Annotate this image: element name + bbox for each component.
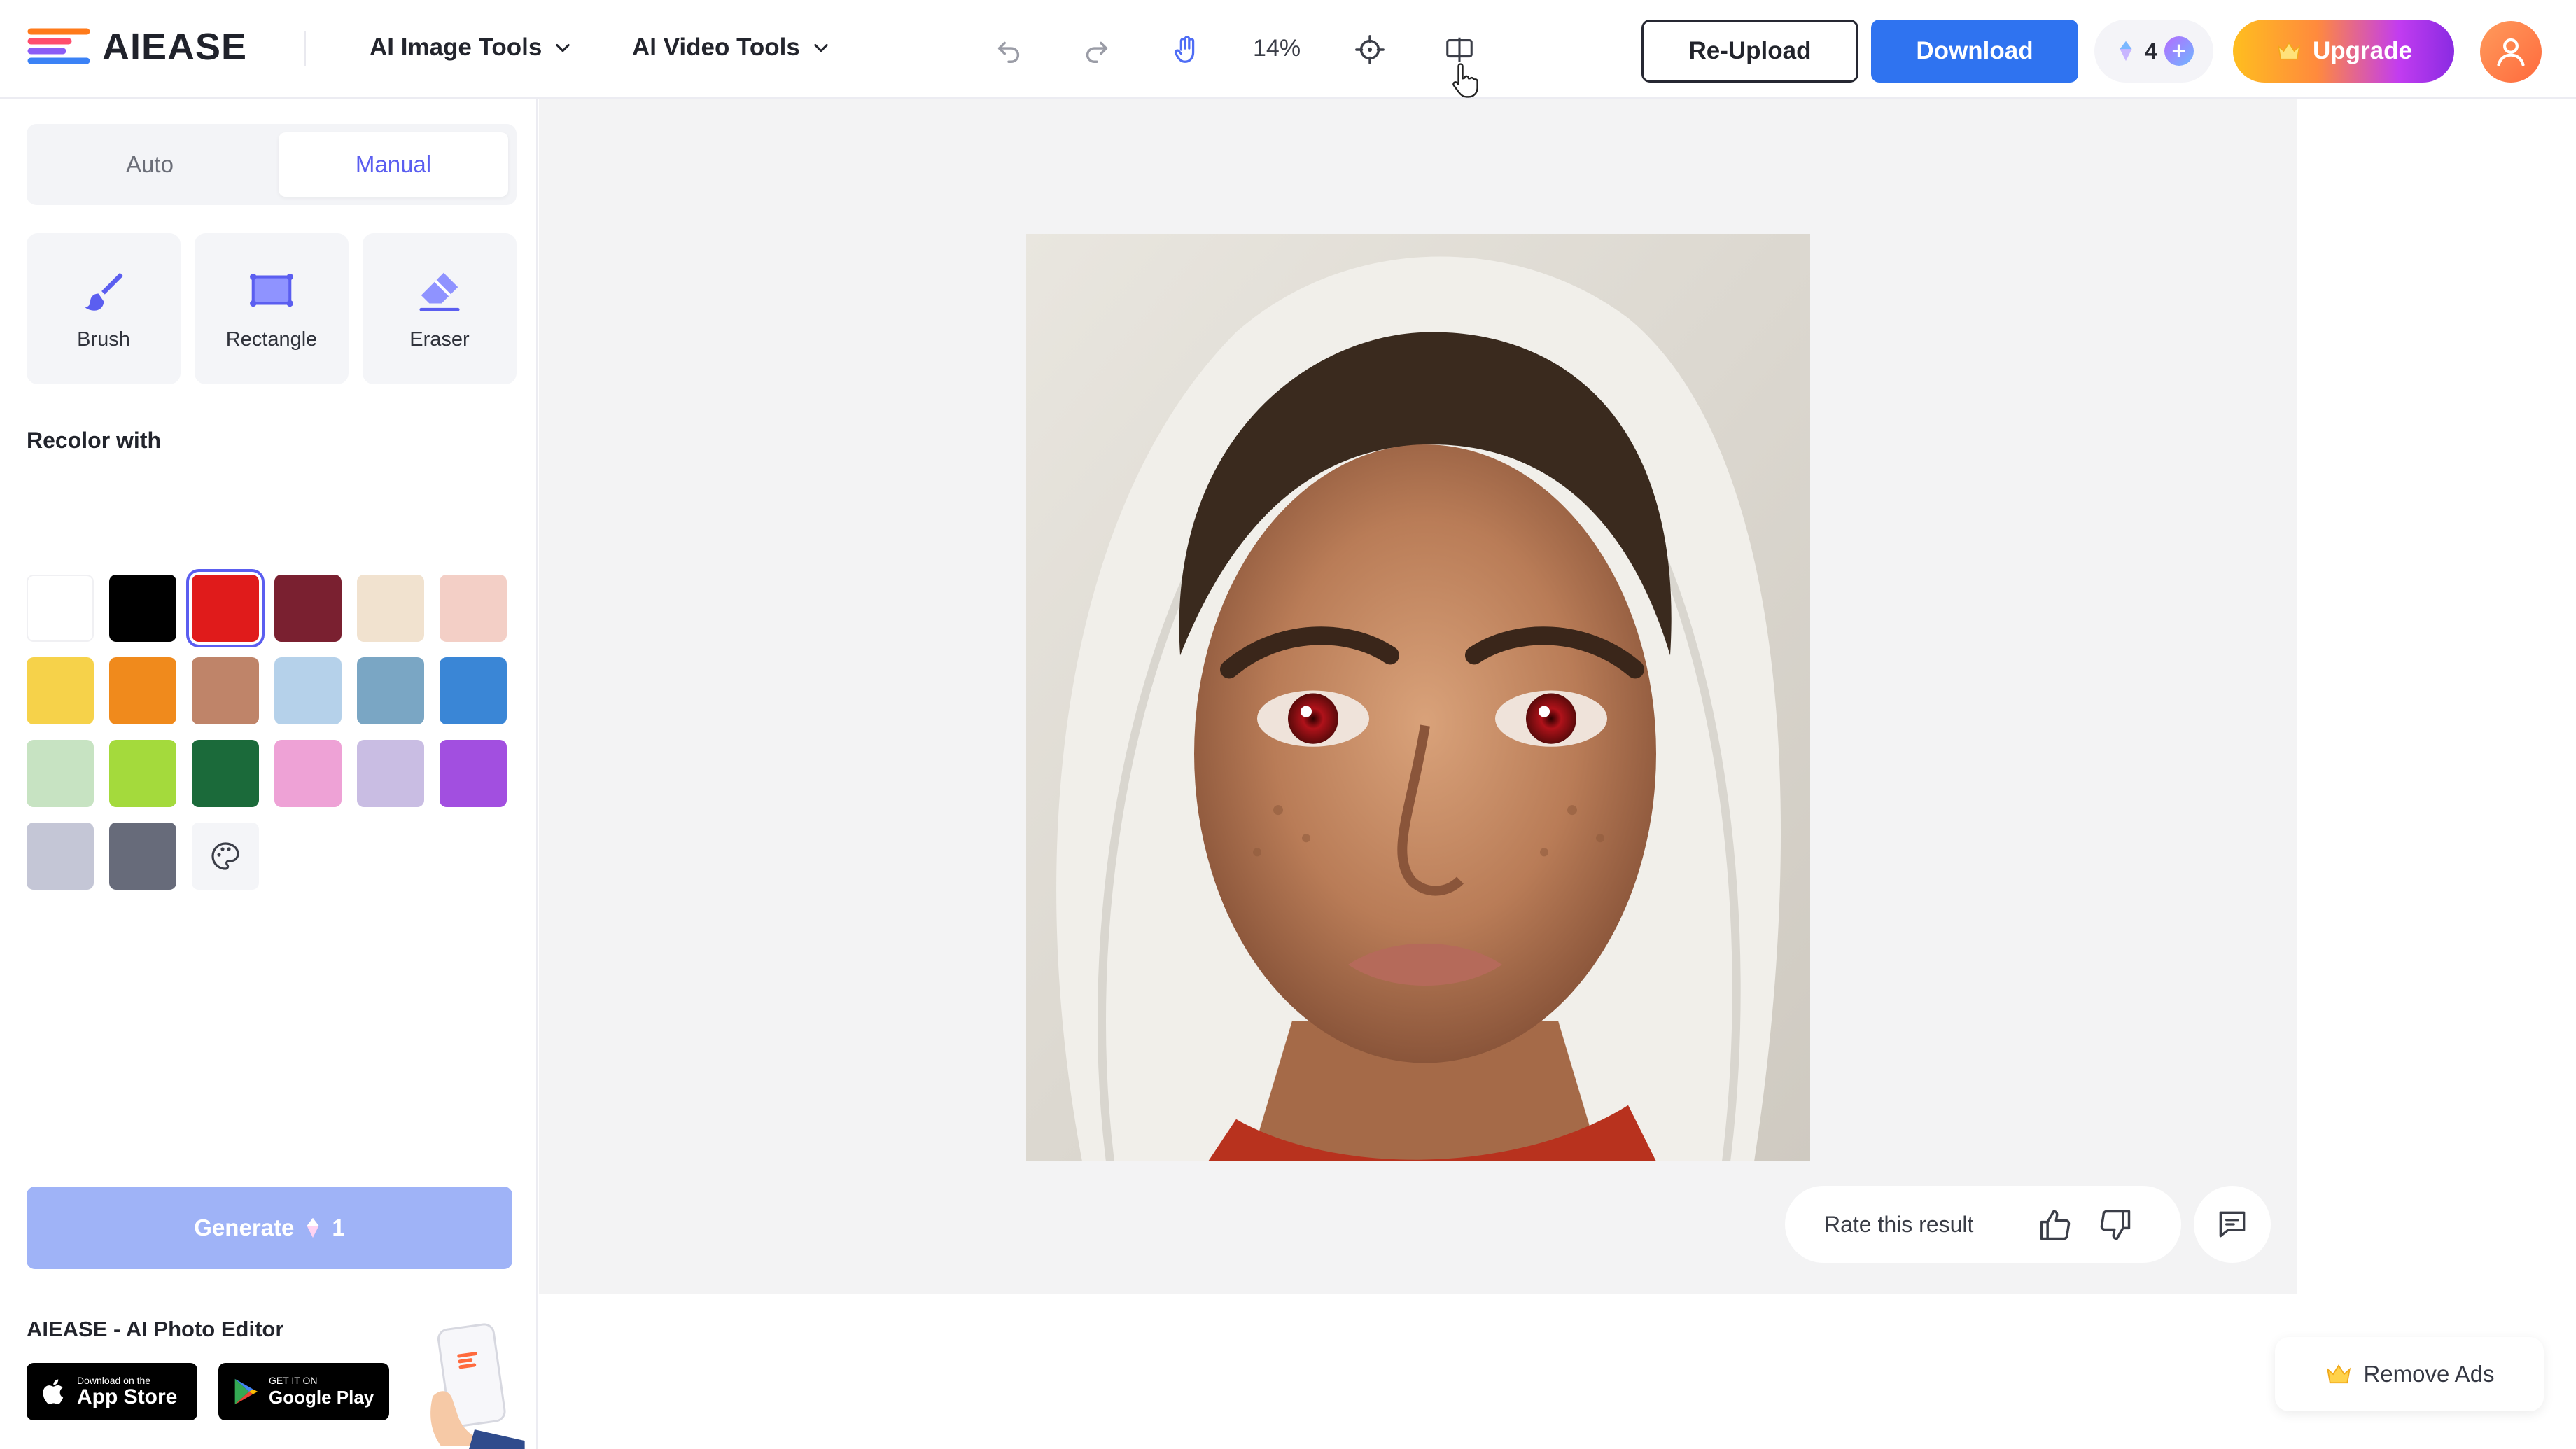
color-swatch[interactable] [357,657,424,724]
rate-label: Rate this result [1824,1211,1974,1237]
nav-ai-video-tools[interactable]: AI Video Tools [632,34,831,62]
color-swatch[interactable] [274,575,342,642]
generate-label: Generate [194,1214,295,1240]
feedback-button[interactable] [2194,1186,2271,1263]
nav-ai-video-tools-label: AI Video Tools [632,34,800,61]
recolor-title: Recolor with [27,428,162,453]
left-sidebar: Auto Manual Brush Rectangle Eraser Recol… [0,99,538,1449]
brand-name: AIEASE [102,26,248,68]
undo-button[interactable] [990,31,1028,69]
crown-icon [2327,1364,2351,1384]
apple-icon [43,1379,64,1404]
tool-eraser-label: Eraser [410,328,470,351]
app-store-small: Download on the [77,1375,151,1386]
tool-rectangle-label: Rectangle [225,328,318,351]
crosshair-icon [1355,35,1385,64]
portrait-image [1026,234,1810,1161]
upgrade-label: Upgrade [2313,37,2412,64]
mode-toggle: Auto Manual [27,124,517,205]
nav-ai-image-tools[interactable]: AI Image Tools [370,34,573,62]
tool-brush[interactable]: Brush [27,233,181,384]
tool-rectangle[interactable]: Rectangle [195,233,349,384]
credits-count: 4 [2145,38,2157,64]
crown-icon [2277,41,2301,60]
generate-cost: 1 [332,1214,345,1240]
logo-icon [27,28,90,64]
color-swatch[interactable] [192,575,259,642]
generate-button[interactable]: Generate 1 [27,1186,512,1269]
eraser-icon [419,272,460,312]
google-play-badge[interactable]: GET IT ON Google Play [218,1363,389,1420]
upgrade-button[interactable]: Upgrade [2233,20,2454,83]
palette-icon [211,842,239,870]
hand-icon [1174,36,1195,63]
redo-button[interactable] [1078,31,1116,69]
top-bar: AIEASE AI Image Tools AI Video Tools 14%… [0,0,2576,99]
comment-icon [2219,1211,2246,1238]
fit-center-button[interactable] [1351,31,1389,69]
chevron-down-icon [814,43,828,52]
undo-icon [997,41,1020,63]
zoom-level[interactable]: 14% [1253,35,1301,62]
color-swatch[interactable] [192,657,259,724]
credits-badge[interactable]: 4 + [2094,20,2213,83]
add-credits-icon[interactable]: + [2164,36,2194,66]
google-play-small: GET IT ON [269,1375,318,1386]
chevron-down-icon [556,43,570,52]
color-swatch[interactable] [440,740,507,807]
color-swatch[interactable] [357,740,424,807]
reupload-button[interactable]: Re-Upload [1642,20,1858,83]
google-play-icon [234,1378,258,1405]
color-swatch[interactable] [109,657,176,724]
color-swatch[interactable] [27,822,94,890]
download-button[interactable]: Download [1871,20,2078,83]
tool-eraser[interactable]: Eraser [363,233,517,384]
color-swatch[interactable] [27,575,94,642]
color-swatch[interactable] [109,575,176,642]
mouse-pointer-icon [1452,63,1478,98]
phone-illustration [430,1323,525,1449]
remove-ads-button[interactable]: Remove Ads [2275,1337,2544,1411]
color-swatch[interactable] [440,575,507,642]
edited-photo[interactable] [1026,234,1810,1161]
tool-brush-label: Brush [77,328,130,351]
color-swatch[interactable] [109,822,176,890]
divider [304,31,306,66]
logo[interactable]: AIEASE [27,25,247,69]
color-swatch[interactable] [109,740,176,807]
color-swatch[interactable] [27,740,94,807]
color-swatch[interactable] [27,657,94,724]
nav-ai-image-tools-label: AI Image Tools [370,34,542,61]
color-swatch[interactable] [274,740,342,807]
mode-manual-tab[interactable]: Manual [279,132,508,197]
rectangle-select-icon [250,273,293,307]
user-icon [2497,38,2525,66]
app-store-big: App Store [77,1385,178,1408]
custom-color-button[interactable] [192,822,259,890]
google-play-big: Google Play [269,1387,374,1408]
thumbs-up-icon[interactable] [2037,1207,2073,1243]
credit-gem-icon [2120,41,2132,62]
color-swatch[interactable] [357,575,424,642]
app-store-badge[interactable]: Download on the App Store [27,1363,197,1420]
brush-icon [85,272,123,311]
redo-icon [1086,41,1108,63]
color-swatch[interactable] [274,657,342,724]
user-avatar[interactable] [2480,21,2542,83]
thumbs-down-icon[interactable] [2097,1207,2134,1243]
credit-gem-icon [307,1217,319,1238]
color-swatch[interactable] [440,657,507,724]
remove-ads-label: Remove Ads [2363,1361,2495,1387]
pan-hand-button[interactable] [1168,31,1205,69]
color-swatch[interactable] [192,740,259,807]
mode-auto-tab[interactable]: Auto [35,132,265,197]
editor-canvas[interactable]: Rate this result [539,99,2297,1294]
rate-result-panel: Rate this result [1785,1186,2181,1263]
app-promo-title: AIEASE - AI Photo Editor [27,1317,284,1341]
